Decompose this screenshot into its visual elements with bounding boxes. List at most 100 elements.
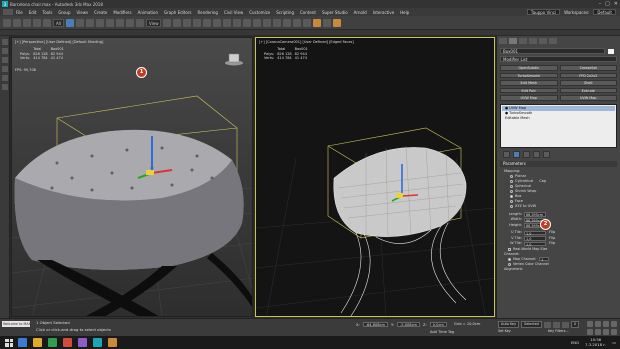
modify-tab-icon[interactable] <box>509 38 517 44</box>
snaps-toggle-icon[interactable] <box>193 18 202 27</box>
modifier-button[interactable]: Edit Mesh <box>500 80 558 86</box>
z-field[interactable]: 0,0cm <box>429 322 447 327</box>
auto-key-mode-dropdown[interactable]: Selected <box>521 321 542 328</box>
cap-label[interactable]: Cap <box>539 179 546 184</box>
mirror-icon[interactable] <box>243 18 252 27</box>
modifier-button[interactable]: FFD 2x2x2 <box>559 72 617 78</box>
tool-icon[interactable] <box>2 48 8 54</box>
language-indicator[interactable]: ENG <box>571 340 579 345</box>
workspace-dropdown[interactable]: Default <box>593 9 616 15</box>
pan-icon[interactable] <box>595 329 601 335</box>
modifier-button[interactable]: Shell <box>559 80 617 86</box>
pivot-center-icon[interactable] <box>163 18 172 27</box>
schematic-view-icon[interactable] <box>293 18 302 27</box>
link-icon[interactable] <box>23 18 31 27</box>
menu-scripting[interactable]: Scripting <box>276 10 294 15</box>
remove-modifier-icon[interactable] <box>533 150 540 158</box>
object-name-field[interactable]: Box001 <box>500 48 614 54</box>
render-setup-icon[interactable] <box>313 18 322 27</box>
length-field[interactable]: 88,395cm <box>524 212 546 217</box>
menu-super-studio[interactable]: Super Studio <box>322 10 348 15</box>
notification-icon[interactable]: ▭ <box>612 340 616 345</box>
material-editor-icon[interactable] <box>303 18 312 27</box>
menu-arnold[interactable]: Arnold <box>354 10 367 15</box>
named-selection-icon[interactable] <box>233 18 242 27</box>
menu-civil-view[interactable]: Civil View <box>224 10 243 15</box>
menu-help[interactable]: Help <box>400 10 409 15</box>
taskbar-app-icon[interactable] <box>63 338 72 347</box>
app-menu-icon[interactable] <box>3 9 13 15</box>
window-crossing-icon[interactable] <box>95 18 104 27</box>
viewport-label[interactable]: [+] [Perspective] [User Defined] [Defaul… <box>15 40 103 44</box>
scale-icon[interactable] <box>125 18 134 27</box>
taskbar-app-icon[interactable] <box>93 338 102 347</box>
rendered-frame-window-icon[interactable] <box>323 18 332 27</box>
clock[interactable]: 10:56 7.3.2018 г. <box>585 337 606 347</box>
taskbar-app-icon[interactable] <box>18 338 27 347</box>
zoom-all-icon[interactable] <box>595 321 601 327</box>
v-tile-field[interactable]: 1,0 <box>524 236 546 241</box>
taskbar-app-icon[interactable] <box>48 338 57 347</box>
menu-create[interactable]: Create <box>94 10 107 15</box>
make-unique-icon[interactable] <box>523 150 530 158</box>
frame-field[interactable]: 0 <box>570 321 579 328</box>
tool-icon[interactable] <box>2 39 8 45</box>
viewcube-icon[interactable] <box>224 52 244 66</box>
menu-graph-editors[interactable]: Graph Editors <box>164 10 191 15</box>
key-filters-button[interactable]: Key Filters... <box>548 329 569 333</box>
w-tile-field[interactable]: 1,0 <box>524 241 546 246</box>
menu-content[interactable]: Content <box>300 10 316 15</box>
play-icon[interactable] <box>552 321 560 328</box>
tool-icon[interactable] <box>2 57 8 63</box>
select-object-icon[interactable] <box>65 18 74 27</box>
select-by-name-icon[interactable] <box>75 18 84 27</box>
add-time-tag[interactable]: Add Time Tag <box>430 330 454 334</box>
menu-interactive[interactable]: Interactive <box>373 10 395 15</box>
taskbar-app-icon[interactable] <box>78 338 87 347</box>
app-logo-icon[interactable]: 3 <box>2 1 8 7</box>
rotate-icon[interactable] <box>115 18 124 27</box>
zoom-icon[interactable] <box>587 321 593 327</box>
zoom-extents-all-icon[interactable] <box>611 321 617 327</box>
go-to-end-icon[interactable] <box>561 321 569 328</box>
tool-icon[interactable] <box>2 66 8 72</box>
windows-start-icon[interactable] <box>4 338 14 348</box>
menu-views[interactable]: Views <box>77 10 89 15</box>
display-tab-icon[interactable] <box>539 38 547 44</box>
u-tile-field[interactable]: 1,0 <box>524 230 546 235</box>
percent-snap-icon[interactable] <box>213 18 222 27</box>
viewport-perspective[interactable]: [+] [Perspective] [User Defined] [Defaul… <box>11 37 253 317</box>
layer-explorer-icon[interactable] <box>273 18 282 27</box>
scene-explorer-icon[interactable] <box>263 18 272 27</box>
user-account-dropdown[interactable]: Tauppo Vinci <box>526 9 561 15</box>
placement-icon[interactable] <box>135 18 144 27</box>
unlink-icon[interactable] <box>33 18 41 27</box>
modifier-button[interactable]: CreaseSet <box>559 65 617 71</box>
menu-animation[interactable]: Animation <box>138 10 158 15</box>
render-production-icon[interactable] <box>333 18 342 27</box>
maximize-viewport-icon[interactable] <box>611 329 617 335</box>
reference-coordinate-dropdown[interactable]: View <box>145 18 162 27</box>
modifier-button[interactable]: Edit Poly <box>500 87 558 93</box>
show-end-result-icon[interactable] <box>513 150 520 158</box>
menu-tools[interactable]: Tools <box>42 10 52 15</box>
auto-key-button[interactable]: Auto Key <box>498 321 520 328</box>
zoom-extents-icon[interactable] <box>603 321 609 327</box>
hierarchy-tab-icon[interactable] <box>519 38 527 44</box>
set-key-button[interactable]: Set Key <box>498 329 511 333</box>
x-field[interactable]: -64,808cm <box>362 322 389 327</box>
selection-filter-dropdown[interactable]: All <box>53 18 64 27</box>
spinner-snap-icon[interactable] <box>223 18 232 27</box>
minimize-button[interactable]: – <box>599 1 602 7</box>
undo-icon[interactable] <box>3 18 11 27</box>
go-to-start-icon[interactable] <box>543 321 551 328</box>
angle-snap-icon[interactable] <box>203 18 212 27</box>
keyboard-shortcut-override-icon[interactable] <box>183 18 192 27</box>
menu-rendering[interactable]: Rendering <box>198 10 218 15</box>
maximize-button[interactable]: □ <box>605 1 610 7</box>
menu-customize[interactable]: Customize <box>249 10 270 15</box>
object-color-swatch[interactable] <box>608 49 614 54</box>
bind-space-warp-icon[interactable] <box>43 18 51 27</box>
redo-icon[interactable] <box>13 18 21 27</box>
taskbar-app-icon[interactable] <box>108 338 117 347</box>
